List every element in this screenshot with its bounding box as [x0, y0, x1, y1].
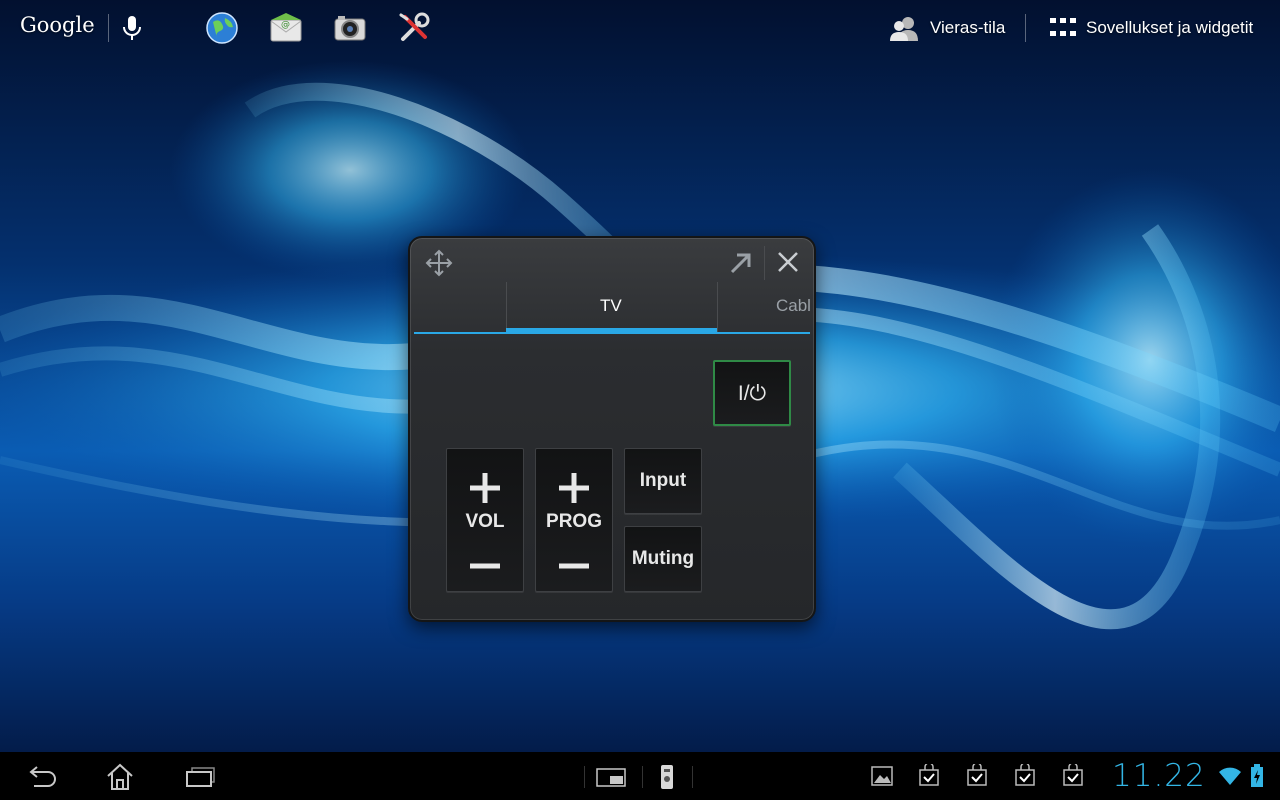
- google-search-label[interactable]: Google: [20, 13, 95, 37]
- tab-tv[interactable]: TV: [600, 296, 622, 316]
- home-icon[interactable]: [104, 762, 136, 792]
- back-icon[interactable]: [24, 764, 58, 790]
- market-bag-icon[interactable]: [1062, 764, 1084, 786]
- volume-up-button[interactable]: [468, 471, 502, 505]
- battery-charging-icon: [1251, 764, 1263, 787]
- settings-tools-icon[interactable]: [397, 11, 431, 45]
- volume-down-button[interactable]: [468, 561, 502, 571]
- program-down-button[interactable]: [557, 561, 591, 571]
- search-divider: [108, 14, 109, 42]
- program-label: PROG: [546, 511, 602, 532]
- tab-underline: [414, 332, 810, 334]
- market-bag-icon[interactable]: [918, 764, 940, 786]
- gallery-icon[interactable]: [871, 766, 893, 786]
- guest-mode-button[interactable]: Vieras-tila: [888, 14, 1005, 42]
- wifi-icon: [1219, 767, 1241, 785]
- recent-apps-icon[interactable]: [184, 766, 218, 788]
- close-icon[interactable]: [776, 250, 800, 274]
- tab-cable[interactable]: Cabl: [776, 296, 811, 316]
- tv-remote-widget: TV Cabl I/⏻ VOL PROG Input Muting: [408, 236, 816, 622]
- header-separator: [764, 246, 765, 280]
- remote-control-icon[interactable]: [659, 764, 675, 790]
- expand-arrow-icon[interactable]: [728, 250, 754, 276]
- input-button[interactable]: Input: [624, 448, 702, 514]
- input-label: Input: [639, 470, 687, 491]
- device-tabs: TV Cabl: [414, 282, 811, 334]
- clock[interactable]: 11.22: [1112, 758, 1206, 794]
- top-right-divider: [1025, 14, 1026, 42]
- email-icon[interactable]: @: [269, 11, 303, 45]
- program-up-button[interactable]: [557, 471, 591, 505]
- microphone-icon[interactable]: [118, 13, 146, 43]
- volume-rocker: VOL: [446, 448, 524, 592]
- power-button[interactable]: I/⏻: [713, 360, 791, 426]
- svg-text:@: @: [281, 20, 290, 30]
- apps-and-widgets-button[interactable]: Sovellukset ja widgetit: [1050, 14, 1253, 42]
- camera-icon[interactable]: [333, 11, 367, 45]
- muting-button[interactable]: Muting: [624, 526, 702, 592]
- move-handle-icon[interactable]: [424, 248, 454, 278]
- volume-label: VOL: [465, 511, 505, 532]
- system-bar: 11.22: [0, 752, 1280, 800]
- power-label: I/⏻: [737, 382, 767, 405]
- tab-separator-right: [717, 282, 718, 332]
- program-rocker: PROG: [535, 448, 613, 592]
- guest-user-icon: [890, 17, 918, 41]
- market-bag-icon[interactable]: [1014, 764, 1036, 786]
- market-bag-icon[interactable]: [966, 764, 988, 786]
- muting-label: Muting: [631, 548, 695, 569]
- guest-mode-label: Vieras-tila: [930, 18, 1006, 37]
- top-bar: Google @ Vieras-tila Sovellukset ja widg…: [0, 0, 1280, 56]
- apps-grid-icon: [1050, 18, 1076, 36]
- small-app-window-icon[interactable]: [596, 768, 628, 788]
- nav-divider-1: [584, 766, 585, 788]
- tab-separator-left: [506, 282, 507, 332]
- nav-divider-3: [692, 766, 693, 788]
- browser-icon[interactable]: [205, 11, 239, 45]
- apps-and-widgets-label: Sovellukset ja widgetit: [1086, 18, 1254, 37]
- nav-divider-2: [642, 766, 643, 788]
